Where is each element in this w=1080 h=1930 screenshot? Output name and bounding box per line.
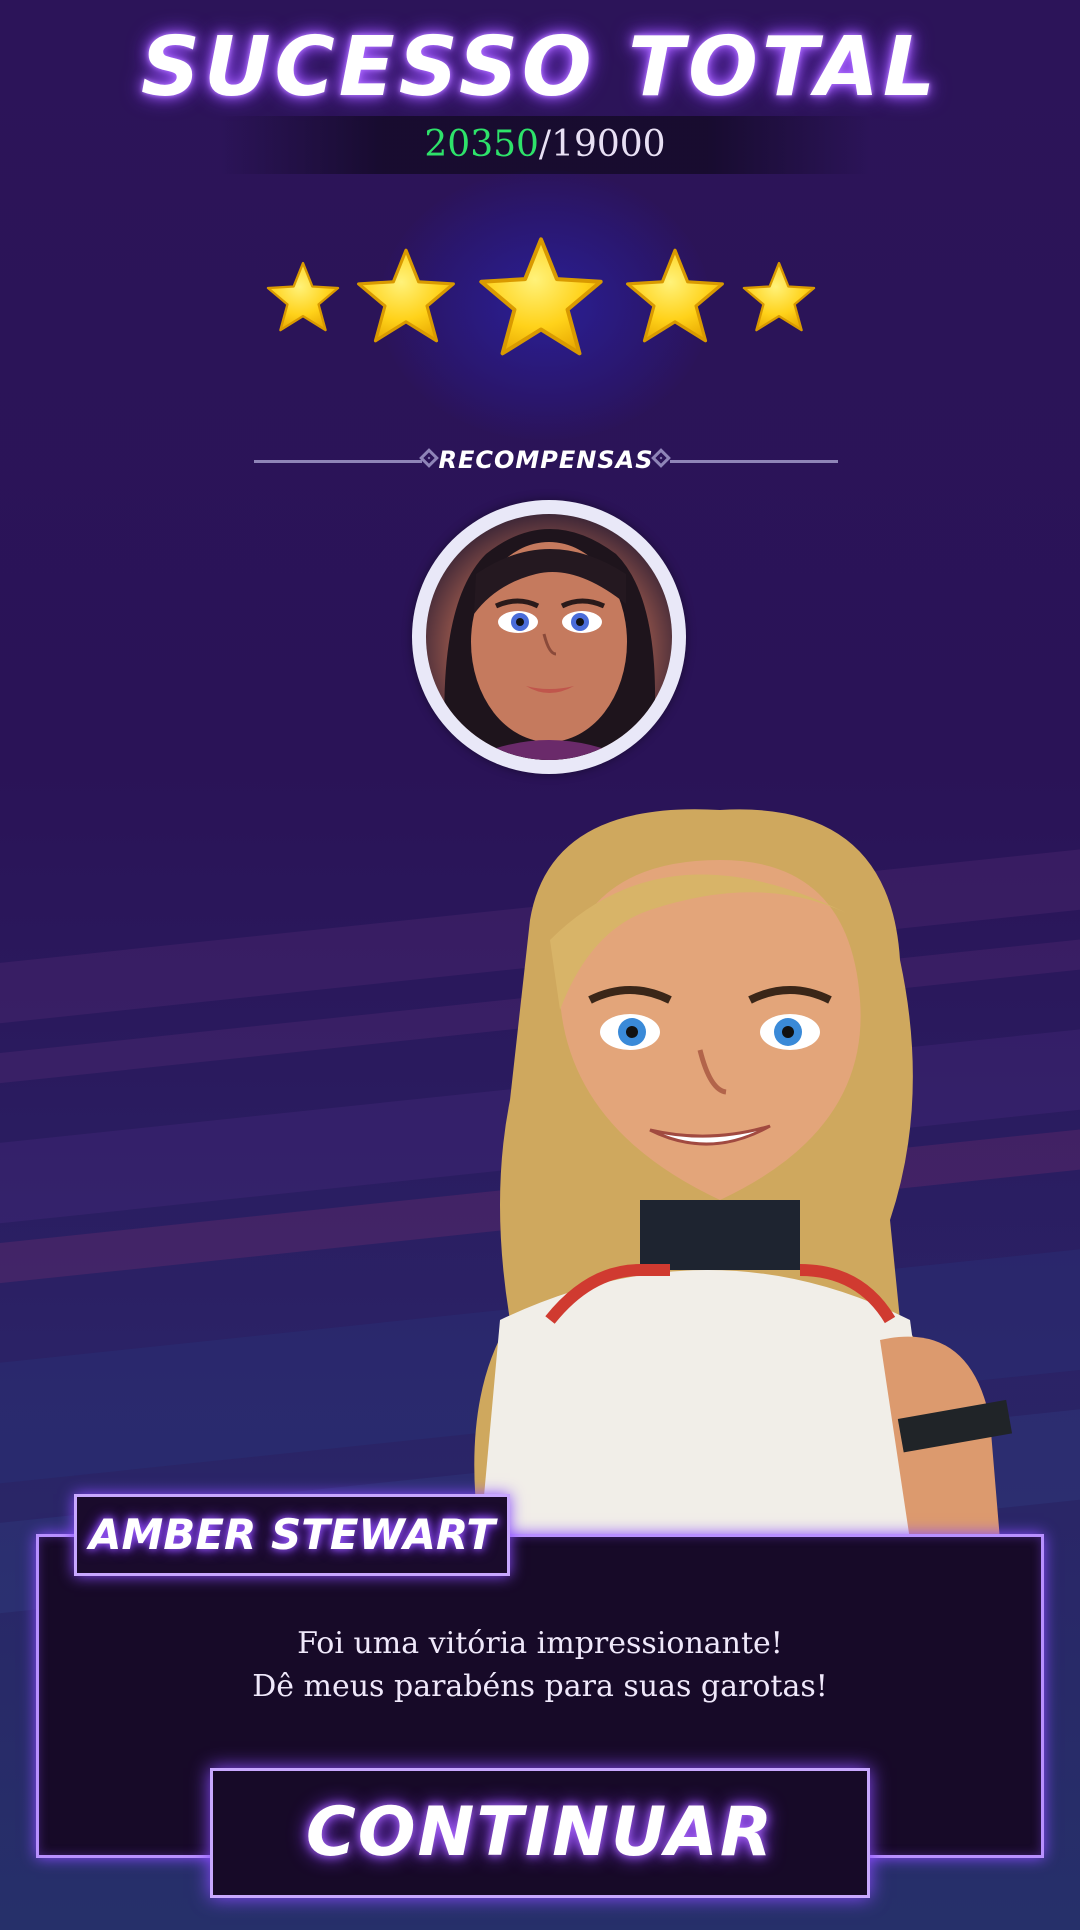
dialog-text: Foi uma vitória impressionante! Dê meus … <box>36 1622 1044 1708</box>
divider-line-right <box>670 460 838 463</box>
dialog-line-2: Dê meus parabéns para suas garotas! <box>252 1669 828 1704</box>
star-icon <box>479 237 603 356</box>
avatar-portrait <box>426 514 672 760</box>
reward-avatar[interactable] <box>412 500 686 774</box>
rewards-divider: RECOMPENSAS <box>254 446 838 476</box>
score-target: 19000 <box>551 124 666 165</box>
continue-label: CONTINUAR <box>305 1793 775 1872</box>
score-current: 20350 <box>424 124 539 165</box>
dialog-line-1: Foi uma vitória impressionante! <box>297 1626 783 1661</box>
score-separator: / <box>538 124 552 165</box>
result-title: SUCESSO TOTAL <box>140 20 940 115</box>
star-icon <box>266 261 340 332</box>
star-icon <box>626 248 724 343</box>
star-icon <box>357 248 455 343</box>
star-icon <box>742 261 816 332</box>
speaker-name: AMBER STEWART <box>89 1510 495 1559</box>
star-rating <box>0 230 1080 370</box>
score-display: 20350/19000 <box>220 116 870 174</box>
character-illustration <box>474 809 1013 1540</box>
continue-button[interactable]: CONTINUAR <box>210 1768 870 1898</box>
speaker-nameplate: AMBER STEWART <box>74 1494 510 1576</box>
